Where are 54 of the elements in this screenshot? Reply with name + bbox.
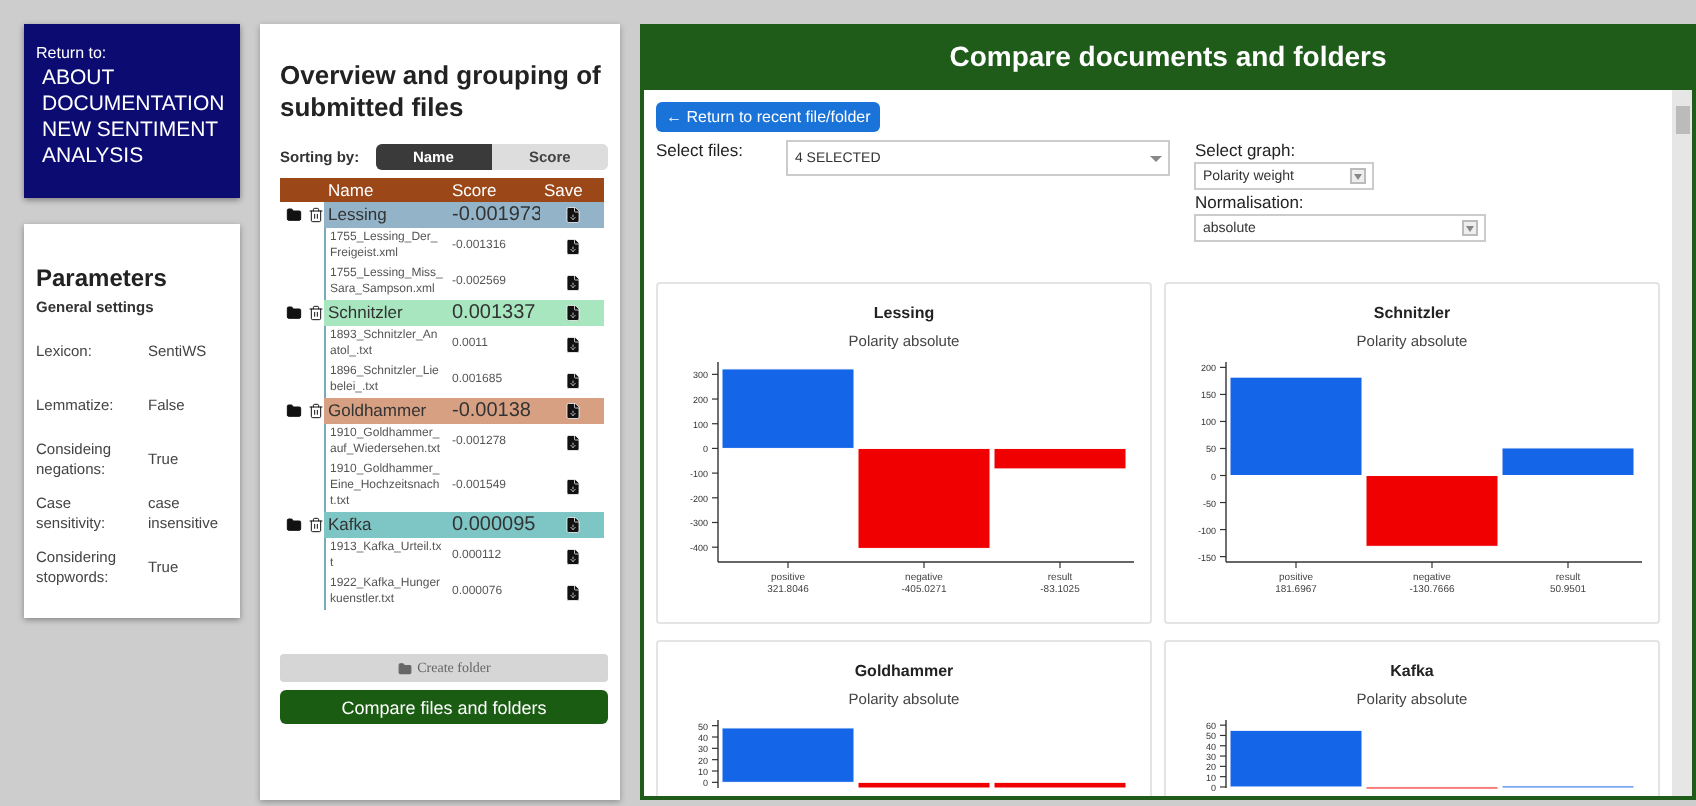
folder-score: -0.001973 bbox=[448, 202, 540, 228]
folder-icon[interactable] bbox=[286, 516, 302, 534]
download-icon[interactable] bbox=[563, 237, 581, 255]
chart-bar bbox=[721, 368, 855, 449]
caret-icon bbox=[1350, 168, 1367, 184]
trash-icon[interactable] bbox=[308, 304, 324, 322]
select-files-label: Select files: bbox=[656, 140, 743, 164]
download-icon[interactable] bbox=[563, 304, 581, 322]
chart-name: Goldhammer bbox=[854, 662, 954, 680]
download-icon[interactable] bbox=[563, 206, 581, 224]
nav-link[interactable]: DOCUMENTATION bbox=[36, 92, 228, 118]
download-icon[interactable] bbox=[563, 583, 581, 601]
folder-icon bbox=[397, 661, 412, 675]
column-header: Score bbox=[448, 178, 540, 202]
folder-name[interactable]: Kafka bbox=[324, 512, 448, 538]
compare-button[interactable]: Compare files and folders bbox=[280, 690, 608, 724]
download-icon[interactable] bbox=[563, 433, 581, 451]
panel-title: Overview and grouping of submitted files bbox=[280, 60, 603, 124]
nav-link[interactable]: ABOUT bbox=[36, 66, 228, 92]
folder-name[interactable]: Goldhammer bbox=[324, 398, 448, 424]
panel-header: Compare documents and folders bbox=[644, 24, 1692, 90]
column-header: Save bbox=[540, 178, 604, 202]
download-icon[interactable] bbox=[563, 547, 581, 565]
column-header: Name bbox=[324, 178, 448, 202]
trash-icon[interactable] bbox=[308, 516, 324, 534]
chart-name: Kafka bbox=[1390, 662, 1434, 680]
download-icon[interactable] bbox=[563, 371, 581, 389]
chart-name: Lessing bbox=[873, 304, 935, 322]
normalisation-label: Normalisation: bbox=[1194, 192, 1306, 212]
folder-score: 0.001337 bbox=[448, 300, 540, 326]
folder-icon[interactable] bbox=[286, 304, 302, 322]
trash-icon[interactable] bbox=[308, 206, 324, 224]
folder-score: -0.00138 bbox=[448, 398, 540, 424]
caret-icon bbox=[1462, 220, 1479, 236]
download-icon[interactable] bbox=[563, 402, 581, 420]
download-icon[interactable] bbox=[563, 335, 581, 353]
return-button[interactable]: ← Return to recent file/folder bbox=[656, 102, 881, 132]
folder-icon[interactable] bbox=[286, 206, 302, 224]
return-label: Return to: bbox=[36, 44, 109, 62]
folder-score: 0.000095 bbox=[448, 512, 540, 538]
caret-icon bbox=[1150, 155, 1163, 161]
chart-bar bbox=[1229, 376, 1363, 476]
folder-name[interactable]: Schnitzler bbox=[324, 300, 448, 326]
folder-name[interactable]: Lessing bbox=[324, 202, 448, 228]
trash-icon[interactable] bbox=[308, 402, 324, 420]
parameters-title: Parameters bbox=[36, 264, 169, 292]
nav-link[interactable]: NEW SENTIMENT ANALYSIS bbox=[36, 118, 228, 170]
download-icon[interactable] bbox=[563, 516, 581, 534]
select-graph-label: Select graph: bbox=[1194, 140, 1298, 160]
download-icon[interactable] bbox=[563, 273, 581, 291]
scrollbar[interactable] bbox=[1672, 90, 1692, 796]
download-icon[interactable] bbox=[563, 477, 581, 495]
chart-name: Schnitzler bbox=[1373, 304, 1451, 322]
folder-icon[interactable] bbox=[286, 402, 302, 420]
